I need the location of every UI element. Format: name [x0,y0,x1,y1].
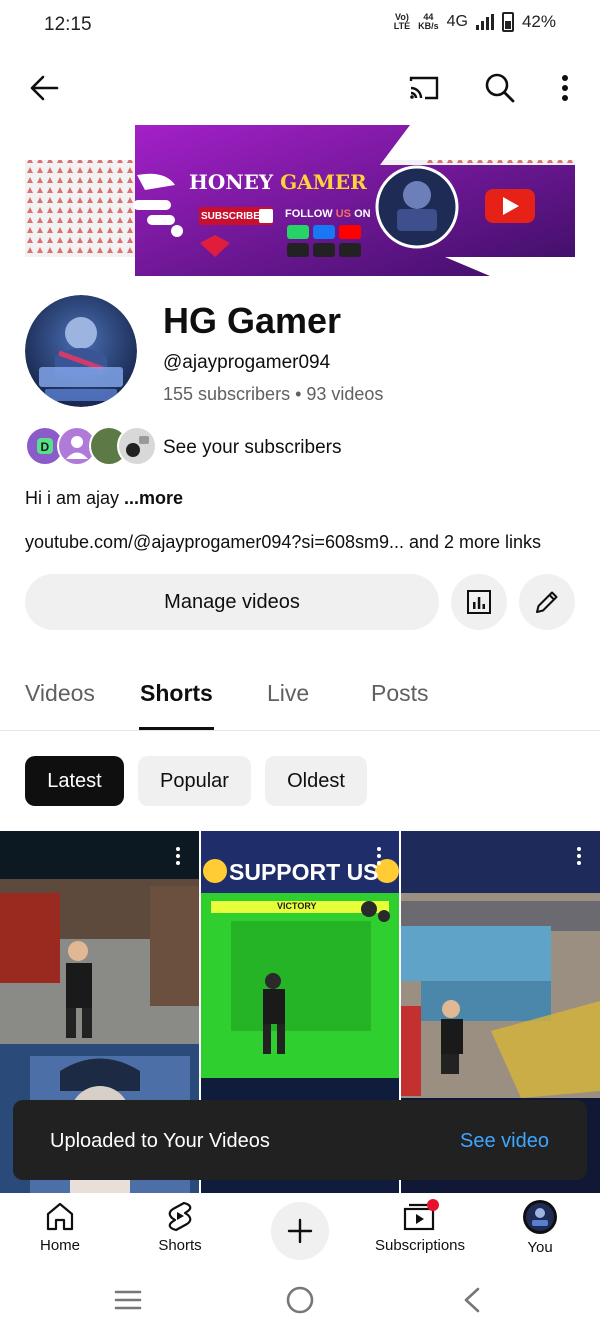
battery-level: 42% [521,12,556,31]
channel-banner[interactable]: HONEY GAMER SUBSCRIBED FOLLOW US ON [25,125,575,276]
home-icon [46,1202,74,1231]
channel-links[interactable]: youtube.com/@ajayprogamer094?si=608sm9..… [25,532,541,553]
shorts-icon [168,1201,192,1232]
upload-snackbar: Uploaded to Your Videos See video [13,1100,587,1180]
edit-channel-button[interactable] [519,574,575,630]
nav-you[interactable]: You [480,1199,600,1256]
short-menu-icon[interactable] [376,847,382,868]
active-tab-indicator [139,727,214,730]
svg-text:D: D [41,440,50,454]
network-type: 4G [446,13,468,30]
short-menu-icon[interactable] [576,847,582,868]
chip-popular[interactable]: Popular [138,756,251,806]
analytics-icon [467,590,491,614]
subscriptions-icon [403,1199,439,1231]
analytics-button[interactable] [451,574,507,630]
channel-tabs: Videos Shorts Live Posts [0,660,600,731]
status-time: 12:15 [44,14,92,35]
tab-live[interactable]: Live [267,680,309,707]
recents-icon[interactable] [113,1288,143,1312]
back-arrow-icon[interactable] [22,68,66,108]
battery-icon [501,12,514,32]
chip-latest[interactable]: Latest [25,756,124,806]
channel-stats: 155 subscribers • 93 videos [163,384,384,404]
bottom-navigation: Home Shorts Subscriptions You [0,1193,600,1273]
banner-subscribed-label: SUBSCRIBED [201,211,268,222]
snackbar-message: Uploaded to Your Videos [50,1130,270,1152]
channel-name: HG Gamer [163,300,342,341]
network-speed: 44 KB/s [418,12,439,31]
see-video-button[interactable]: See video [460,1130,549,1153]
tab-videos[interactable]: Videos [25,680,95,707]
banner-follow-label: FOLLOW US ON [285,208,371,220]
short-menu-icon[interactable] [175,847,181,868]
description-more-link[interactable]: ...more [124,488,183,508]
profile-avatar [523,1200,557,1234]
tab-posts[interactable]: Posts [371,680,429,707]
signal-icon [475,14,494,30]
system-navigation [0,1273,600,1333]
nav-shorts[interactable]: Shorts [120,1199,240,1254]
top-app-bar [0,60,600,116]
short-overlay-title: SUPPORT US [229,859,379,885]
create-plus-icon [287,1218,313,1244]
cast-icon[interactable] [402,68,446,108]
banner-title: HONEY GAMER [189,170,367,194]
chip-oldest[interactable]: Oldest [265,756,367,806]
create-button[interactable] [271,1202,329,1260]
nav-home[interactable]: Home [0,1199,120,1254]
system-back-icon[interactable] [460,1286,484,1314]
see-subscribers-link[interactable]: See your subscribers [163,437,341,459]
channel-avatar[interactable] [25,295,137,407]
nav-subscriptions[interactable]: Subscriptions [360,1199,480,1254]
more-vert-icon[interactable] [548,68,582,108]
channel-description[interactable]: Hi i am ajay ...more [25,488,183,509]
short-caption: VICTORY [277,901,317,911]
status-bar: 12:15 Vo) LTE 44 KB/s 4G 42% [0,0,600,52]
manage-videos-button[interactable]: Manage videos [25,574,439,630]
tab-shorts[interactable]: Shorts [140,680,213,707]
subscriber-avatar [117,426,157,466]
search-icon[interactable] [478,68,522,108]
volte-indicator: Vo) LTE [393,12,411,31]
status-icons: Vo) LTE 44 KB/s 4G 42% [394,12,556,32]
home-circle-icon[interactable] [285,1285,315,1315]
subscriber-avatars[interactable]: D [25,426,157,466]
edit-pencil-icon [536,591,558,613]
channel-handle: @ajayprogamer094 [163,352,331,373]
